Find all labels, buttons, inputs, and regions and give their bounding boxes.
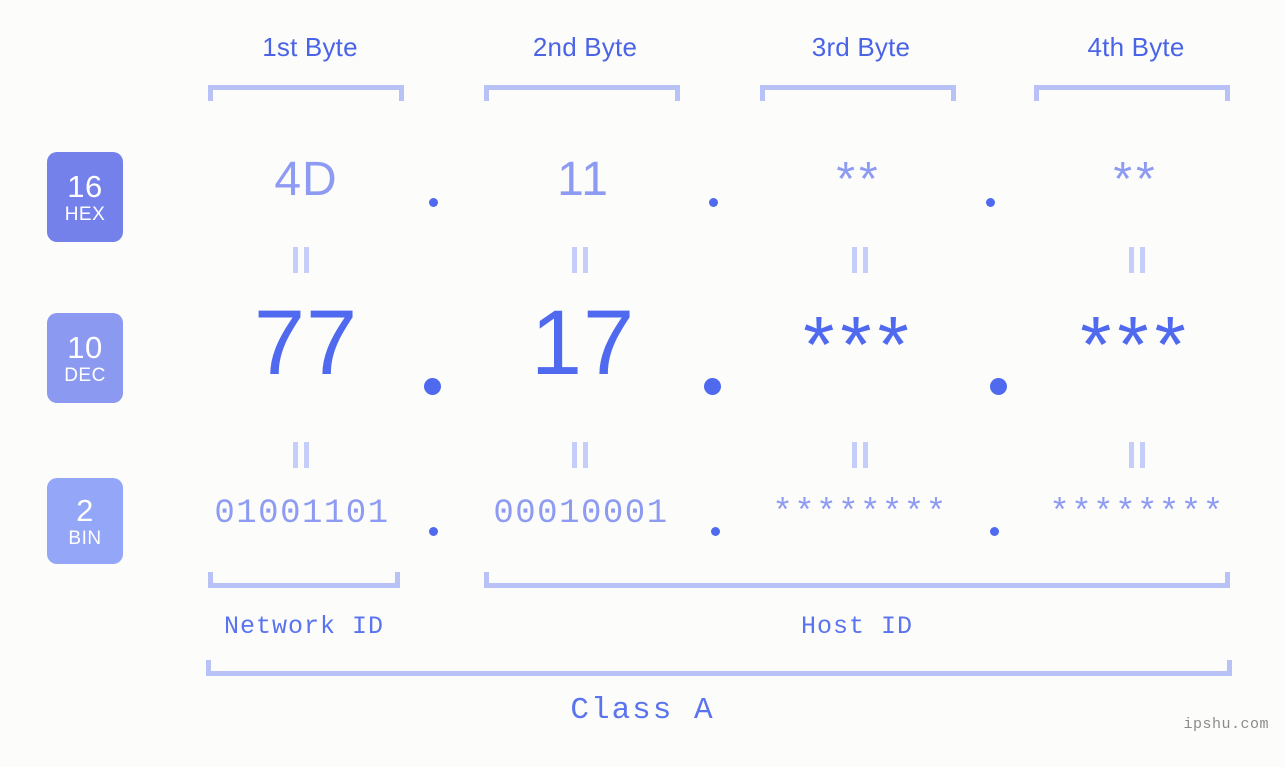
bin-byte-2: 00010001 bbox=[493, 495, 669, 533]
equals-mark-dec-bin-3 bbox=[849, 442, 871, 468]
dec-separator-dot-2 bbox=[704, 378, 721, 395]
network-id-label: Network ID bbox=[223, 612, 385, 641]
bin-separator-dot-3 bbox=[990, 527, 999, 536]
base-badge-hex: 16 HEX bbox=[47, 152, 123, 242]
hex-byte-4: ** bbox=[1113, 153, 1159, 206]
dec-separator-dot-3 bbox=[990, 378, 1007, 395]
base-badge-bin-name: BIN bbox=[68, 527, 102, 549]
ip-address-breakdown-diagram: 1st Byte 2nd Byte 3rd Byte 4th Byte 16 H… bbox=[0, 0, 1285, 767]
base-badge-bin-number: 2 bbox=[76, 492, 94, 528]
hex-byte-2: 11 bbox=[557, 153, 609, 206]
host-id-label: Host ID bbox=[800, 612, 914, 641]
byte-header-2: 2nd Byte bbox=[532, 32, 638, 62]
equals-mark-dec-bin-4 bbox=[1126, 442, 1148, 468]
byte-header-4: 4th Byte bbox=[1087, 32, 1185, 62]
dec-byte-2: 17 bbox=[530, 292, 636, 394]
site-watermark: ipshu.com bbox=[1183, 716, 1269, 733]
equals-mark-hex-dec-1 bbox=[290, 247, 312, 273]
dec-byte-3: *** bbox=[803, 300, 915, 389]
base-badge-dec: 10 DEC bbox=[47, 313, 123, 403]
base-badge-dec-number: 10 bbox=[67, 329, 103, 365]
dec-byte-4: *** bbox=[1080, 300, 1192, 389]
bin-byte-4: ******** bbox=[1049, 495, 1225, 533]
equals-mark-hex-dec-2 bbox=[569, 247, 591, 273]
bin-byte-1: 01001101 bbox=[214, 495, 390, 533]
base-badge-hex-number: 16 bbox=[67, 168, 103, 204]
hex-byte-3: ** bbox=[836, 153, 882, 206]
byte-header-1: 1st Byte bbox=[262, 32, 358, 62]
equals-mark-dec-bin-2 bbox=[569, 442, 591, 468]
byte-bracket-3 bbox=[760, 85, 956, 101]
byte-header-3: 3rd Byte bbox=[811, 32, 911, 62]
equals-mark-dec-bin-1 bbox=[290, 442, 312, 468]
equals-mark-hex-dec-3 bbox=[849, 247, 871, 273]
equals-mark-hex-dec-4 bbox=[1126, 247, 1148, 273]
network-id-bracket bbox=[208, 572, 400, 588]
bin-byte-3: ******** bbox=[772, 495, 948, 533]
byte-bracket-2 bbox=[484, 85, 680, 101]
dec-byte-1: 77 bbox=[253, 292, 359, 394]
hex-byte-1: 4D bbox=[274, 153, 338, 206]
base-badge-dec-name: DEC bbox=[64, 364, 106, 386]
hex-separator-dot-1 bbox=[429, 198, 438, 207]
byte-bracket-4 bbox=[1034, 85, 1230, 101]
bin-separator-dot-1 bbox=[429, 527, 438, 536]
host-id-bracket bbox=[484, 572, 1230, 588]
class-bracket bbox=[206, 660, 1232, 676]
base-badge-hex-name: HEX bbox=[64, 203, 106, 225]
base-badge-bin: 2 BIN bbox=[47, 478, 123, 564]
bin-separator-dot-2 bbox=[711, 527, 720, 536]
hex-separator-dot-2 bbox=[709, 198, 718, 207]
class-label: Class A bbox=[570, 693, 715, 728]
hex-separator-dot-3 bbox=[986, 198, 995, 207]
byte-bracket-1 bbox=[208, 85, 404, 101]
dec-separator-dot-1 bbox=[424, 378, 441, 395]
